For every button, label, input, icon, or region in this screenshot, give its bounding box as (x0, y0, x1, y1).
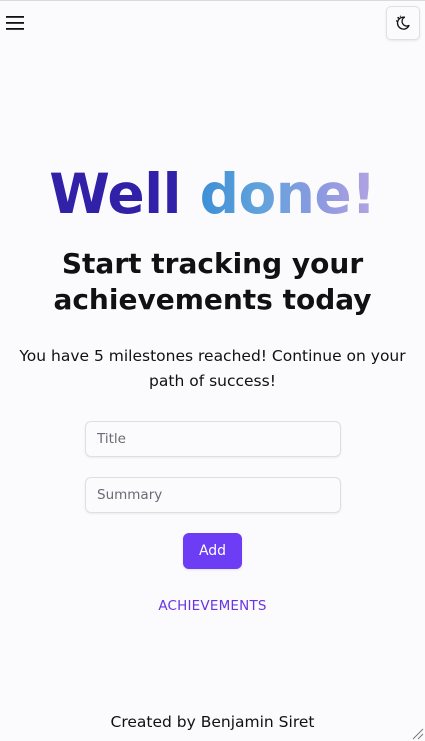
summary-input[interactable] (85, 477, 341, 513)
title-input[interactable] (85, 421, 341, 457)
moon-theme-icon (395, 15, 410, 30)
menu-button[interactable] (4, 13, 26, 33)
milestones-message: You have 5 milestones reached! Continue … (19, 347, 406, 390)
hero-subtitle: Start tracking your achievements today (53, 247, 372, 316)
footer-credit: Created by Benjamin Siret (110, 713, 315, 731)
hero-title: Well done! (0, 161, 425, 227)
theme-toggle-button[interactable] (386, 6, 420, 40)
achievements-link[interactable]: ACHIEVEMENTS (0, 598, 425, 614)
hero-title-word-1: Well (49, 162, 181, 226)
app-page: Well done! Start tracking your achieveme… (0, 0, 425, 741)
add-button[interactable]: Add (183, 533, 242, 569)
hero-title-word-2: done! (199, 162, 377, 226)
hamburger-menu-icon (6, 16, 24, 30)
resize-grip-icon[interactable] (410, 726, 424, 740)
